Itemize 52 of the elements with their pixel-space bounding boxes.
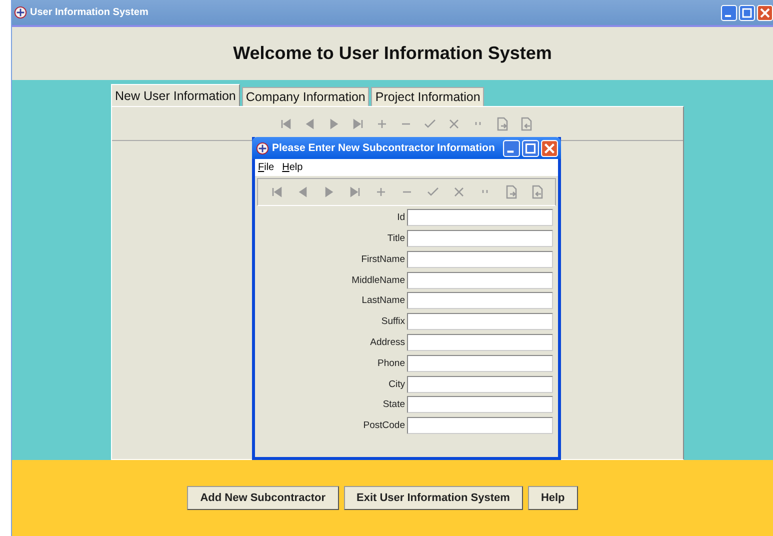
cross-icon[interactable] <box>446 116 460 130</box>
close-icon[interactable] <box>541 140 558 156</box>
field-label: LastName <box>360 295 406 306</box>
tab[interactable]: New User Information <box>111 84 240 106</box>
cross-icon[interactable] <box>452 185 466 199</box>
first-record-icon[interactable] <box>278 116 292 130</box>
input-field[interactable] <box>407 292 553 310</box>
field-label: Id <box>396 212 406 224</box>
close-icon[interactable] <box>757 4 773 20</box>
tab[interactable]: Project Information <box>371 87 484 106</box>
field-label: City <box>388 378 406 390</box>
menu-item[interactable]: File <box>258 162 274 173</box>
field-label: PostCode <box>362 420 406 432</box>
tab[interactable]: Company Information <box>242 87 370 106</box>
input-field[interactable] <box>407 230 553 247</box>
first-record-icon[interactable] <box>270 185 284 199</box>
menu-item[interactable]: Help <box>282 162 303 173</box>
action-button[interactable]: Exit User Information System <box>344 486 523 510</box>
action-button[interactable]: Help <box>528 486 578 510</box>
app-icon <box>256 142 269 154</box>
maximize-icon[interactable] <box>739 4 755 20</box>
field-label: Suffix <box>380 316 406 328</box>
document-arrow-icon[interactable] <box>494 116 508 130</box>
document-arrow-icon[interactable] <box>530 185 544 199</box>
window-title: User Information System <box>30 7 148 18</box>
last-record-icon[interactable] <box>348 185 362 199</box>
field-label: FirstName <box>360 254 406 265</box>
minimize-icon[interactable] <box>503 140 520 156</box>
input-field[interactable] <box>407 272 553 289</box>
maximize-icon[interactable] <box>522 140 539 156</box>
input-field[interactable] <box>407 334 553 351</box>
input-field[interactable] <box>407 313 553 330</box>
welcome-heading: Welcome to User Information System <box>233 43 552 64</box>
document-arrow-icon[interactable] <box>504 185 518 199</box>
minimize-icon[interactable] <box>721 4 737 20</box>
field-label: State <box>382 399 406 410</box>
last-record-icon[interactable] <box>350 116 364 130</box>
field-label: Title <box>386 232 406 244</box>
input-field[interactable] <box>407 417 553 434</box>
field-label: Address <box>369 336 406 348</box>
app-icon <box>14 6 27 19</box>
input-field[interactable] <box>407 209 553 226</box>
field-label: MiddleName <box>350 274 406 286</box>
checkmark-icon[interactable] <box>422 116 436 130</box>
input-field[interactable] <box>407 376 553 393</box>
dialog-title: Please Enter New Subcontractor Information <box>272 142 495 154</box>
field-label: Phone <box>376 358 406 369</box>
document-arrow-icon[interactable] <box>518 116 532 130</box>
input-field[interactable] <box>407 250 553 268</box>
input-field[interactable] <box>407 396 553 414</box>
input-field[interactable] <box>407 354 553 372</box>
action-button[interactable]: Add New Subcontractor <box>187 486 338 510</box>
